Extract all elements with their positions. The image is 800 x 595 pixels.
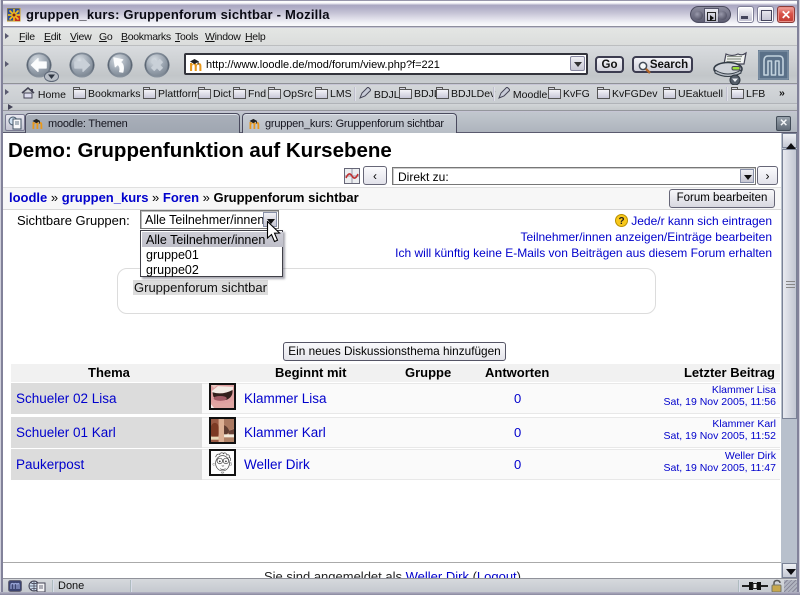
svg-text:?: ?: [618, 216, 624, 227]
svg-text:3: 3: [229, 462, 232, 467]
